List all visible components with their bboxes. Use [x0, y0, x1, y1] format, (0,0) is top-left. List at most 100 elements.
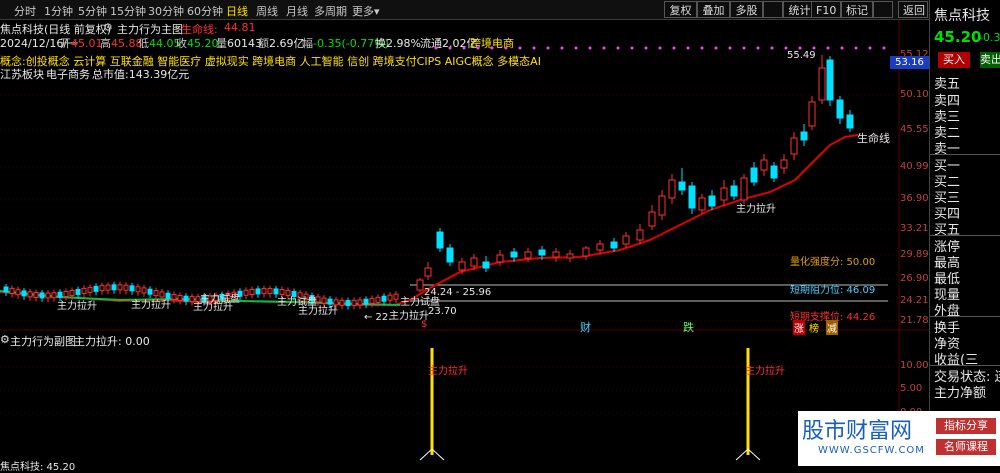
signal-dot	[434, 46, 438, 50]
candle-body	[800, 131, 808, 141]
signal-dot	[588, 46, 592, 50]
signal-dot	[616, 46, 620, 50]
sell-button[interactable]: 卖出	[980, 52, 1000, 68]
range-label: 24.24 - 25.96	[424, 287, 492, 298]
candle-body	[9, 287, 15, 294]
buy-button[interactable]: 买入	[938, 52, 970, 68]
site-watermark: 股市财富网 WWW.GSCFW.COM 指标分享 名师课程	[798, 411, 1000, 466]
sub-indicator-value: 主力拉升: 0.00	[74, 335, 150, 348]
candle-body	[3, 286, 9, 293]
candle-body	[482, 261, 490, 269]
candle-body	[117, 284, 123, 291]
signal-dot	[840, 46, 844, 50]
peak-price-label: 55.49	[787, 50, 816, 61]
sub-axis-tick: 10.00	[900, 360, 929, 371]
price-tick: 50.10	[900, 89, 929, 100]
candle-body	[141, 287, 147, 294]
candle-body	[510, 251, 518, 258]
candle-body	[93, 285, 99, 292]
price-tick: 21.78	[900, 315, 929, 326]
sub-axis-tick: 5.00	[900, 383, 923, 394]
sub-chart-gear-icon[interactable]: ⚙	[0, 333, 10, 346]
low-price-label: 23.70	[428, 306, 457, 317]
candle-body	[135, 286, 141, 293]
candle-body	[45, 292, 51, 299]
sub-signal-label: 主力拉升	[428, 366, 468, 377]
signal-dot	[546, 46, 550, 50]
candle-body	[424, 267, 432, 277]
candle-body	[69, 290, 75, 297]
event-drop-icon[interactable]: 跌	[683, 319, 694, 335]
candle-body	[826, 59, 834, 101]
candle-body	[582, 247, 590, 257]
candle-body	[339, 299, 345, 306]
main-net-amount: 主力净额	[934, 386, 987, 401]
candle-body	[750, 167, 758, 183]
candle-body	[610, 241, 618, 249]
candle-body	[524, 251, 532, 259]
price-tick: 36.90	[900, 193, 929, 204]
sub-indicator-name[interactable]: 主力行为副图	[10, 333, 76, 349]
event-rank-icon[interactable]: 榜	[809, 320, 819, 335]
quote-panel: 焦点科技 45.20 -0.3 买入 卖出 卖五 卖四 卖三 卖二 卖一 买一 …	[929, 0, 1000, 466]
candle-body	[111, 284, 117, 291]
candle-body	[345, 300, 351, 307]
candle-body	[363, 298, 369, 305]
event-dollar-icon[interactable]: $	[421, 319, 427, 330]
candle-body	[770, 165, 778, 179]
candle-body	[720, 187, 728, 201]
candle-body	[105, 284, 111, 291]
candle-body	[790, 137, 798, 155]
candle-body	[470, 257, 478, 267]
signal-dot	[602, 46, 606, 50]
strength-score: 量化强度分: 50.00	[790, 257, 876, 268]
watermark-tag-indicators: 指标分享	[936, 418, 996, 434]
candle-body	[243, 289, 249, 296]
signal-label: 主力拉升	[736, 204, 776, 215]
price-tick: 29.89	[900, 249, 929, 260]
signal-dot	[756, 46, 760, 50]
candle-body	[351, 299, 357, 306]
candle-body	[27, 291, 33, 298]
candle-body	[658, 195, 666, 216]
signal-dot	[630, 46, 634, 50]
signal-dot	[574, 46, 578, 50]
candle-body	[147, 288, 153, 295]
signal-dot	[770, 46, 774, 50]
candle-body	[255, 288, 261, 295]
watermark-url: WWW.GSCFW.COM	[818, 445, 925, 456]
candle-body	[171, 293, 177, 300]
candle-body	[267, 288, 273, 295]
signal-dot	[644, 46, 648, 50]
candle-body	[381, 295, 387, 302]
candle-body	[740, 177, 748, 201]
kline-chart[interactable]	[0, 0, 929, 466]
candle-body	[33, 291, 39, 298]
candle-body	[730, 185, 738, 197]
candle-body	[39, 292, 45, 299]
candle-body	[87, 286, 93, 293]
candle-body	[436, 231, 444, 249]
event-reduce-icon[interactable]: 减	[826, 320, 838, 335]
low-prefix: ← 22.	[364, 312, 392, 323]
price-tick: 26.90	[900, 273, 929, 284]
signal-label: 主力拉升	[131, 300, 171, 311]
candle-body	[552, 251, 560, 258]
candle-body	[818, 67, 826, 101]
signal-dot	[490, 46, 494, 50]
candle-body	[836, 99, 844, 119]
signal-dot	[462, 46, 466, 50]
candlestick-series	[3, 55, 854, 310]
candle-body	[566, 253, 574, 259]
event-finance-icon[interactable]: 财	[580, 319, 591, 335]
event-rise-icon[interactable]: 涨	[793, 320, 805, 335]
candle-body	[51, 292, 57, 299]
candle-body	[387, 294, 393, 301]
panel-stock-name: 焦点科技	[934, 8, 990, 24]
panel-change: -0.3	[979, 31, 1000, 44]
candle-body	[21, 290, 27, 297]
candle-body	[688, 185, 696, 209]
candle-body	[81, 287, 87, 294]
candle-body	[153, 290, 159, 297]
candle-body	[698, 197, 706, 211]
